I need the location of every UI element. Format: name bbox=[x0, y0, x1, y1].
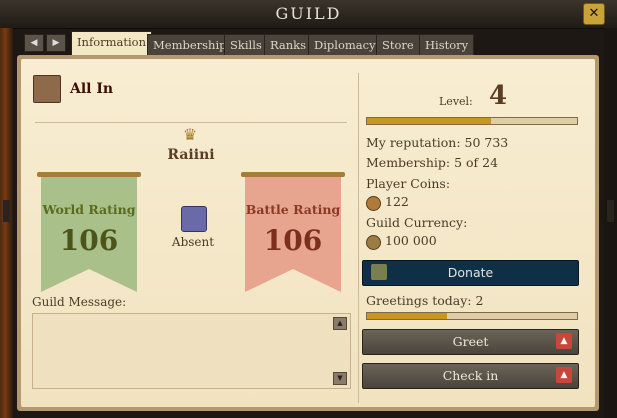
guild-currency-label: Guild Currency: bbox=[366, 215, 468, 230]
battle-rating-value: 106 bbox=[263, 224, 323, 257]
tab-bar: ◀ ▶ Information Membership Skills Ranks … bbox=[18, 30, 608, 57]
player-coins-value: 122 bbox=[385, 194, 409, 209]
leader-status: Absent bbox=[171, 235, 215, 249]
level-progress-fill bbox=[367, 118, 491, 124]
close-button[interactable]: ✕ bbox=[583, 3, 605, 25]
checkin-label: Check in bbox=[442, 368, 499, 383]
crown-icon: ♛ bbox=[182, 125, 198, 144]
left-border bbox=[0, 28, 13, 418]
guild-leader-name[interactable]: Raiini bbox=[151, 147, 231, 163]
level-value: 4 bbox=[489, 81, 508, 111]
tab-diplomacy[interactable]: Diplomacy bbox=[308, 34, 382, 55]
greet-label: Greet bbox=[452, 334, 489, 349]
tab-skills[interactable]: Skills bbox=[224, 34, 268, 55]
checkin-button[interactable]: Check in ▲ bbox=[362, 363, 579, 389]
scroll-up-button[interactable]: ▲ bbox=[333, 317, 347, 330]
reputation-text: My reputation: 50 733 bbox=[366, 135, 509, 150]
arrow-up-icon: ▲ bbox=[556, 333, 572, 349]
tab-history[interactable]: History bbox=[419, 34, 475, 55]
tab-information[interactable]: Information bbox=[71, 31, 153, 57]
content-inner: All In ♛ Raiini World Rating 106 Absent … bbox=[21, 59, 595, 407]
world-rating-value: 106 bbox=[59, 224, 119, 257]
membership-text: Membership: 5 of 24 bbox=[366, 155, 499, 170]
tab-store[interactable]: Store bbox=[376, 34, 420, 55]
arrow-up-icon: ▲ bbox=[556, 367, 572, 383]
donate-button[interactable]: Donate bbox=[362, 260, 579, 286]
guild-currency-value: 100 000 bbox=[385, 233, 437, 248]
tab-membership[interactable]: Membership bbox=[147, 34, 233, 55]
greetings-text: Greetings today: 2 bbox=[366, 293, 484, 308]
guild-message-box[interactable]: ▲ ▼ bbox=[32, 313, 351, 389]
world-rating-label: World Rating bbox=[42, 202, 136, 217]
guild-emblem-icon bbox=[33, 75, 61, 103]
donate-label: Donate bbox=[447, 265, 494, 280]
level-label: Level: bbox=[439, 95, 473, 108]
world-rating-banner: World Rating 106 bbox=[37, 172, 141, 292]
greet-button[interactable]: Greet ▲ bbox=[362, 329, 579, 355]
window-title: Guild bbox=[275, 4, 342, 23]
player-coin-icon bbox=[366, 196, 381, 211]
content-panel: All In ♛ Raiini World Rating 106 Absent … bbox=[17, 55, 599, 411]
left-handle bbox=[3, 200, 10, 222]
battle-rating-banner: Battle Rating 106 bbox=[241, 172, 345, 292]
right-handle bbox=[607, 200, 614, 222]
right-border bbox=[604, 28, 617, 418]
guild-name: All In bbox=[70, 81, 114, 97]
battle-rating-label: Battle Rating bbox=[245, 202, 341, 217]
player-coins-label: Player Coins: bbox=[366, 176, 451, 191]
scroll-down-button[interactable]: ▼ bbox=[333, 372, 347, 385]
tab-ranks[interactable]: Ranks bbox=[264, 34, 313, 55]
greetings-progress-bar bbox=[366, 312, 578, 320]
prev-tab-button[interactable]: ◀ bbox=[24, 34, 44, 52]
divider bbox=[35, 122, 347, 123]
next-tab-button[interactable]: ▶ bbox=[46, 34, 66, 52]
column-divider bbox=[358, 73, 359, 403]
title-bar: Guild ✕ bbox=[0, 0, 617, 29]
absent-status-icon bbox=[181, 206, 207, 232]
greetings-progress-fill bbox=[367, 313, 447, 319]
guild-window: Guild ✕ ◀ ▶ Information Membership Skill… bbox=[0, 0, 617, 418]
guild-currency-icon bbox=[366, 235, 381, 250]
guild-message-label: Guild Message: bbox=[32, 295, 127, 309]
level-progress-bar bbox=[366, 117, 578, 125]
donate-icon bbox=[371, 264, 387, 280]
